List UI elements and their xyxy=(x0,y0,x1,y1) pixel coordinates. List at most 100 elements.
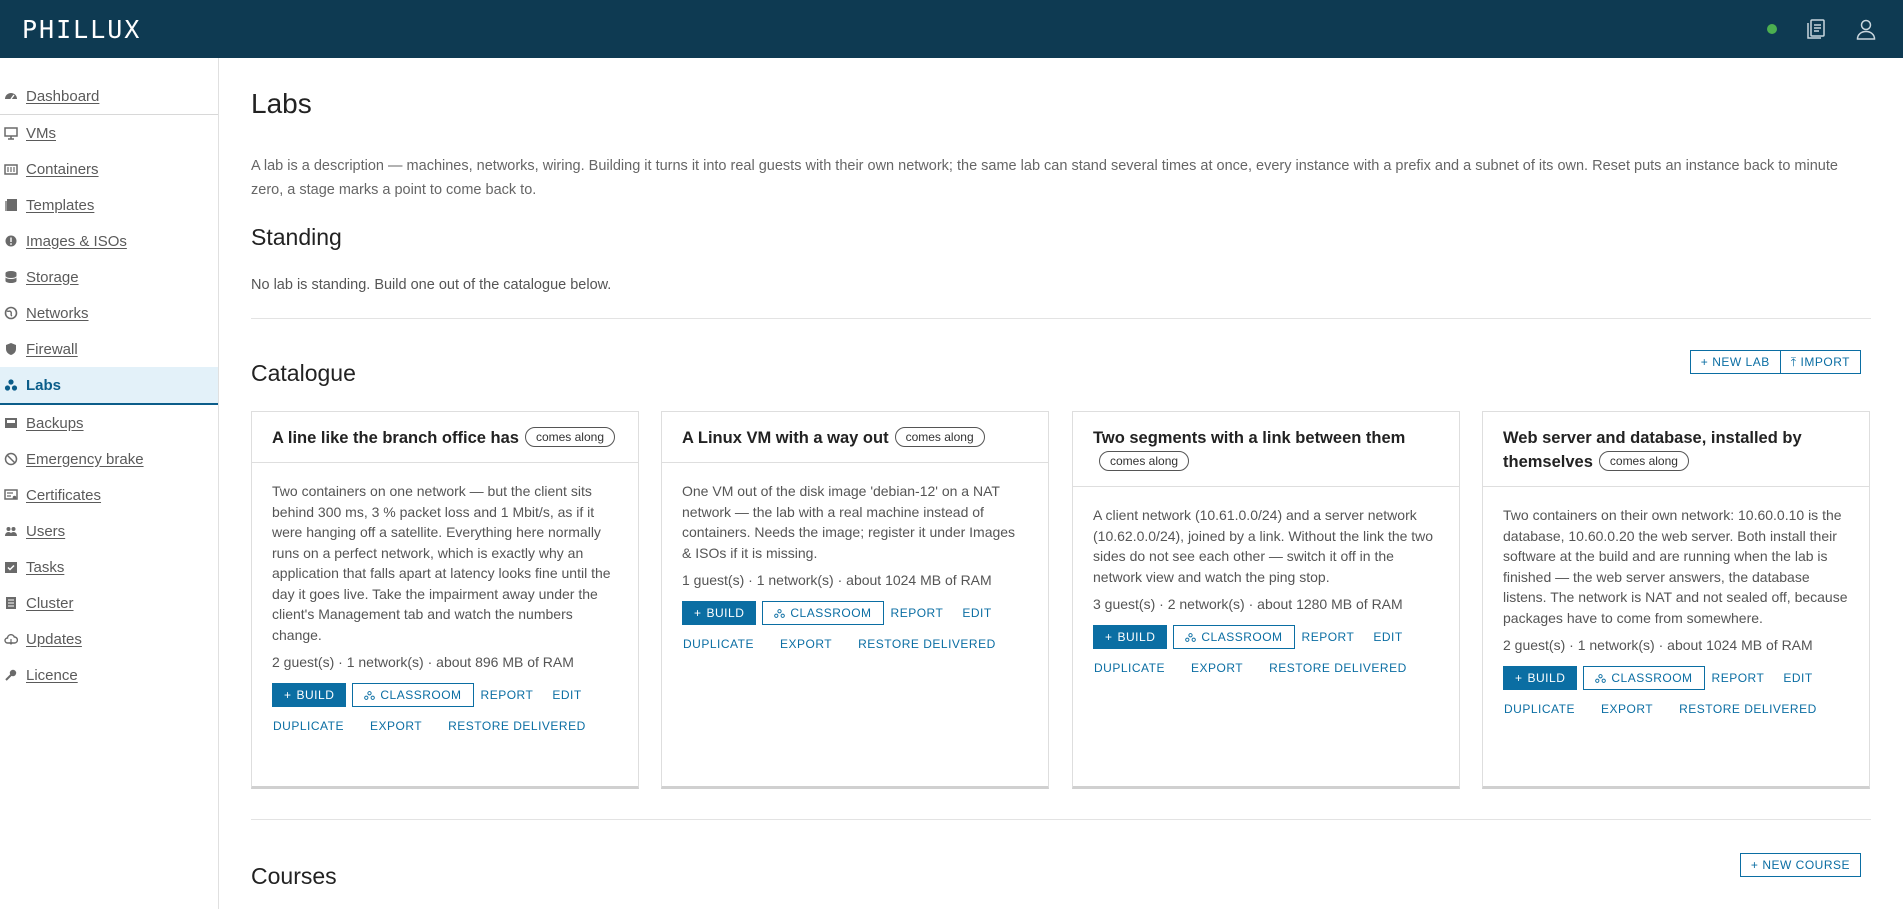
export-link[interactable]: EXPORT xyxy=(1191,661,1243,675)
lab-stats: 3 guest(s) · 2 network(s) · about 1280 M… xyxy=(1093,596,1403,612)
sidebar-item-label: Storage xyxy=(26,268,79,286)
lab-cards: A line like the branch office has comes a… xyxy=(251,411,1873,791)
classroom-button[interactable]: CLASSROOM xyxy=(1173,625,1295,649)
comes-along-badge: comes along xyxy=(524,427,615,447)
lab-description: One VM out of the disk image 'debian-12'… xyxy=(682,483,1016,561)
app-logo[interactable]: PHILLUX xyxy=(22,15,141,44)
classroom-label: CLASSROOM xyxy=(1201,630,1283,644)
report-link[interactable]: REPORT xyxy=(1302,630,1355,644)
disc-icon xyxy=(4,234,18,248)
sidebar-item-networks[interactable]: Networks xyxy=(0,295,218,331)
sidebar-item-licence[interactable]: Licence xyxy=(0,657,218,693)
build-button[interactable]: + BUILD xyxy=(682,601,757,625)
courses-title: Courses xyxy=(251,863,337,889)
new-lab-button[interactable]: + NEW LAB xyxy=(1689,350,1781,374)
courses-actions: + NEW COURSE xyxy=(1739,853,1861,877)
export-link[interactable]: EXPORT xyxy=(370,719,422,733)
sidebar-item-label: Users xyxy=(26,522,66,540)
sidebar-item-label: Emergency brake xyxy=(26,450,144,468)
globe-icon xyxy=(4,306,18,320)
restore-delivered-link[interactable]: RESTORE DELIVERED xyxy=(1679,702,1817,716)
duplicate-link[interactable]: DUPLICATE xyxy=(1504,702,1575,716)
lab-description: Two containers on one network — but the … xyxy=(272,483,611,643)
lab-card-title: A Linux VM with a way out comes along xyxy=(682,426,1028,450)
edit-link[interactable]: EDIT xyxy=(1373,630,1402,644)
restore-delivered-link[interactable]: RESTORE DELIVERED xyxy=(1269,661,1407,675)
report-link[interactable]: REPORT xyxy=(891,606,944,620)
sidebar-item-label: Dashboard xyxy=(26,87,100,105)
duplicate-link[interactable]: DUPLICATE xyxy=(273,719,344,733)
restore-delivered-link[interactable]: RESTORE DELIVERED xyxy=(448,719,586,733)
edit-link[interactable]: EDIT xyxy=(552,688,581,702)
lab-card-body: Two containers on their own network: 10.… xyxy=(1483,487,1869,716)
report-link[interactable]: REPORT xyxy=(481,688,534,702)
sidebar-item-emergency-brake[interactable]: Emergency brake xyxy=(0,441,218,477)
build-button[interactable]: + BUILD xyxy=(1503,666,1578,690)
restore-delivered-link[interactable]: RESTORE DELIVERED xyxy=(858,637,996,651)
plus-icon: + xyxy=(1515,671,1523,685)
sidebar: Dashboard VMs Containers Templates Image… xyxy=(0,58,219,909)
clipboard-icon[interactable] xyxy=(1803,16,1829,42)
lab-card-body: One VM out of the disk image 'debian-12'… xyxy=(662,463,1048,651)
build-button[interactable]: + BUILD xyxy=(272,683,347,707)
sidebar-item-storage[interactable]: Storage xyxy=(0,259,218,295)
new-course-label: NEW COURSE xyxy=(1762,858,1850,872)
sidebar-item-dashboard[interactable]: Dashboard xyxy=(0,78,218,115)
standing-title: Standing xyxy=(251,224,342,250)
lab-card: A line like the branch office has comes a… xyxy=(251,411,639,789)
comes-along-badge: comes along xyxy=(1598,451,1689,471)
sidebar-item-updates[interactable]: Updates xyxy=(0,621,218,657)
classroom-button[interactable]: CLASSROOM xyxy=(1583,666,1705,690)
classroom-label: CLASSROOM xyxy=(1611,671,1693,685)
database-icon xyxy=(4,270,18,284)
duplicate-link[interactable]: DUPLICATE xyxy=(683,637,754,651)
section-divider xyxy=(251,819,1871,820)
lab-actions: + BUILD CLASSROOM REPORT EDIT xyxy=(272,683,618,707)
lab-secondary-actions: DUPLICATE EXPORT RESTORE DELIVERED xyxy=(1504,702,1849,716)
sidebar-item-containers[interactable]: Containers xyxy=(0,151,218,187)
edit-link[interactable]: EDIT xyxy=(1783,671,1812,685)
sidebar-item-images[interactable]: Images & ISOs xyxy=(0,223,218,259)
sidebar-item-firewall[interactable]: Firewall xyxy=(0,331,218,367)
classroom-button[interactable]: CLASSROOM xyxy=(352,683,474,707)
import-button[interactable]: ⤒ IMPORT xyxy=(1780,350,1861,374)
lab-card-title: A line like the branch office has comes a… xyxy=(272,426,618,450)
lab-secondary-actions: DUPLICATE EXPORT RESTORE DELIVERED xyxy=(683,637,1028,651)
sidebar-item-backups[interactable]: Backups xyxy=(0,405,218,441)
export-link[interactable]: EXPORT xyxy=(1601,702,1653,716)
duplicate-link[interactable]: DUPLICATE xyxy=(1094,661,1165,675)
sidebar-item-users[interactable]: Users xyxy=(0,513,218,549)
lab-card-header: A line like the branch office has comes a… xyxy=(252,412,638,463)
new-course-button[interactable]: + NEW COURSE xyxy=(1739,853,1861,877)
top-bar-actions xyxy=(1767,0,1903,58)
classroom-button[interactable]: CLASSROOM xyxy=(762,601,884,625)
certificate-icon xyxy=(4,488,18,502)
main-content: Labs A lab is a description — machines, … xyxy=(251,58,1873,909)
new-lab-label: NEW LAB xyxy=(1712,355,1770,369)
sidebar-item-labs[interactable]: Labs xyxy=(0,367,218,405)
classroom-label: CLASSROOM xyxy=(790,606,872,620)
edit-link[interactable]: EDIT xyxy=(962,606,991,620)
build-button[interactable]: + BUILD xyxy=(1093,625,1168,649)
export-link[interactable]: EXPORT xyxy=(780,637,832,651)
sidebar-item-tasks[interactable]: Tasks xyxy=(0,549,218,585)
monitor-icon xyxy=(4,126,18,140)
sidebar-item-label: Backups xyxy=(26,414,84,432)
licence-icon xyxy=(4,668,18,682)
sidebar-item-certificates[interactable]: Certificates xyxy=(0,477,218,513)
sidebar-item-vms[interactable]: VMs xyxy=(0,115,218,151)
import-label: IMPORT xyxy=(1800,355,1850,369)
sidebar-item-cluster[interactable]: Cluster xyxy=(0,585,218,621)
sidebar-item-label: VMs xyxy=(26,124,56,142)
lab-secondary-actions: DUPLICATE EXPORT RESTORE DELIVERED xyxy=(1094,661,1439,675)
sidebar-item-label: Templates xyxy=(26,196,95,214)
user-icon[interactable] xyxy=(1853,16,1879,42)
report-link[interactable]: REPORT xyxy=(1712,671,1765,685)
sidebar-item-templates[interactable]: Templates xyxy=(0,187,218,223)
sidebar-item-label: Firewall xyxy=(26,340,78,358)
plus-icon: + xyxy=(1750,858,1759,872)
upload-icon: ⤒ xyxy=(1790,354,1797,369)
tasks-icon xyxy=(4,560,18,574)
page-intro: A lab is a description — machines, netwo… xyxy=(251,158,1838,198)
lab-stats: 1 guest(s) · 1 network(s) · about 1024 M… xyxy=(682,572,992,588)
